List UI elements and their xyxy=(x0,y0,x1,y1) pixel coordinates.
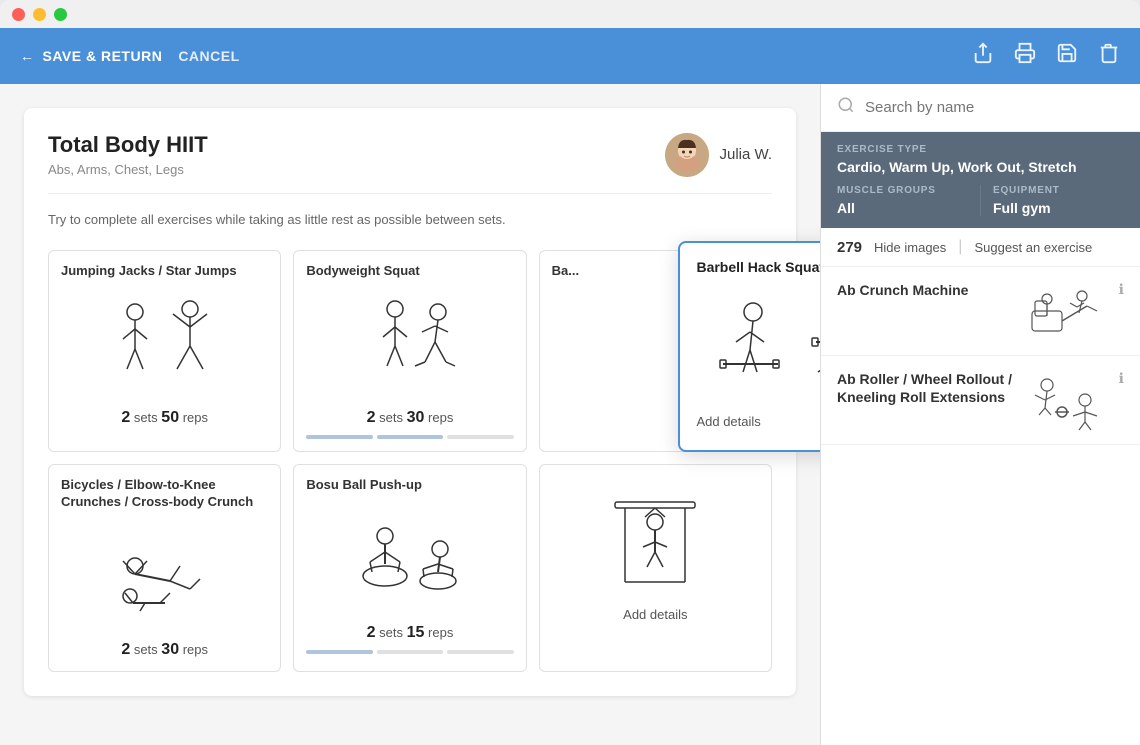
save-return-label: SAVE & RETURN xyxy=(43,48,163,64)
add-details-button-6[interactable]: Add details xyxy=(552,607,759,622)
delete-icon[interactable] xyxy=(1098,42,1120,70)
trainer-info: Julia W. xyxy=(665,133,772,177)
main-layout: Total Body HIIT Abs, Arms, Chest, Legs xyxy=(0,84,1140,745)
hover-card: Barbell Hack Squat xyxy=(678,241,820,452)
workout-title: Total Body HIIT xyxy=(48,132,208,158)
traffic-light-green[interactable] xyxy=(54,8,67,21)
arrow-left-icon: ← xyxy=(20,48,35,64)
exercise-sets-reps-2: 2 sets 30 reps xyxy=(306,409,513,427)
traffic-light-red[interactable] xyxy=(12,8,25,21)
suggest-exercise-button[interactable]: Suggest an exercise xyxy=(974,240,1092,255)
exercise-type-label: EXERCISE TYPE xyxy=(837,144,1124,155)
list-item-ab-roller[interactable]: Ab Roller / Wheel Rollout / Kneeling Rol… xyxy=(821,356,1140,445)
share-icon[interactable] xyxy=(972,42,994,70)
equipment-filter: EQUIPMENT Full gym xyxy=(981,185,1124,216)
filter-row: MUSCLE GROUPS All EQUIPMENT Full gym xyxy=(837,185,1124,216)
exercise-name-4: Bicycles / Elbow-to-Knee Crunches / Cros… xyxy=(61,477,268,511)
exercise-sets-reps-5: 2 sets 15 reps xyxy=(306,624,513,642)
exercise-illustration-2 xyxy=(306,289,513,399)
workout-header: Total Body HIIT Abs, Arms, Chest, Legs xyxy=(48,132,772,194)
trainer-name: Julia W. xyxy=(719,146,772,163)
info-icon-1[interactable]: ℹ xyxy=(1119,281,1124,298)
exercise-name-1: Jumping Jacks / Star Jumps xyxy=(61,263,268,280)
exercise-name-2: Bodyweight Squat xyxy=(306,263,513,280)
info-icon-2[interactable]: ℹ xyxy=(1119,370,1124,387)
hover-card-title: Barbell Hack Squat xyxy=(696,259,820,275)
exercise-panel: EXERCISE TYPE Cardio, Warm Up, Work Out,… xyxy=(820,84,1140,745)
exercise-type-filter: EXERCISE TYPE Cardio, Warm Up, Work Out,… xyxy=(837,144,1124,175)
exercise-card-5[interactable]: Bosu Ball Push-up xyxy=(293,464,526,672)
muscle-groups-filter: MUSCLE GROUPS All xyxy=(837,185,981,216)
exercise-illustration-6 xyxy=(552,487,759,597)
exercise-illustration-5 xyxy=(306,504,513,614)
exercise-progress-2 xyxy=(306,435,513,439)
exercise-sets-reps-1: 2 sets 50 reps xyxy=(61,409,268,427)
add-details-button[interactable]: Add details xyxy=(696,414,760,429)
exercise-progress-5 xyxy=(306,650,513,654)
muscle-groups-value: All xyxy=(837,200,968,216)
exercise-sets-reps-4: 2 sets 30 reps xyxy=(61,641,268,659)
list-item-ab-crunch[interactable]: Ab Crunch Machine xyxy=(821,267,1140,356)
workout-description: Try to complete all exercises while taki… xyxy=(48,210,772,230)
traffic-light-yellow[interactable] xyxy=(33,8,46,21)
save-icon[interactable] xyxy=(1056,42,1078,70)
search-input[interactable] xyxy=(865,99,1124,116)
exercise-thumb-2 xyxy=(1027,370,1107,430)
toolbar-left: ← SAVE & RETURN CANCEL xyxy=(20,48,972,64)
exercise-thumb-1 xyxy=(1027,281,1107,341)
hide-images-button[interactable]: Hide images xyxy=(874,240,946,255)
hover-card-image xyxy=(696,287,820,397)
toolbar-right xyxy=(972,42,1120,70)
exercise-illustration-1 xyxy=(61,289,268,399)
save-return-button[interactable]: ← SAVE & RETURN xyxy=(20,48,162,64)
equipment-label: EQUIPMENT xyxy=(993,185,1124,196)
workout-info: Total Body HIIT Abs, Arms, Chest, Legs xyxy=(48,132,208,177)
muscle-groups-label: MUSCLE GROUPS xyxy=(837,185,968,196)
equipment-value: Full gym xyxy=(993,200,1124,216)
exercise-count: 279 xyxy=(837,239,862,256)
trainer-avatar xyxy=(665,133,709,177)
exercise-list-name-2: Ab Roller / Wheel Rollout / Kneeling Rol… xyxy=(837,370,1015,406)
print-icon[interactable] xyxy=(1014,42,1036,70)
exercise-list: Ab Crunch Machine xyxy=(821,267,1140,745)
workout-editor: Total Body HIIT Abs, Arms, Chest, Legs xyxy=(0,84,820,745)
exercise-card-4[interactable]: Bicycles / Elbow-to-Knee Crunches / Cros… xyxy=(48,464,281,672)
workout-tags: Abs, Arms, Chest, Legs xyxy=(48,162,208,177)
toolbar: ← SAVE & RETURN CANCEL xyxy=(0,28,1140,84)
exercise-illustration-4 xyxy=(61,521,268,631)
search-box xyxy=(821,84,1140,132)
exercise-card-1[interactable]: Jumping Jacks / Star Jumps xyxy=(48,250,281,453)
workout-card: Total Body HIIT Abs, Arms, Chest, Legs xyxy=(24,108,796,696)
exercise-name-5: Bosu Ball Push-up xyxy=(306,477,513,494)
filter-section: EXERCISE TYPE Cardio, Warm Up, Work Out,… xyxy=(821,132,1140,228)
exercise-list-name-1: Ab Crunch Machine xyxy=(837,281,1015,299)
stats-row: 279 Hide images | Suggest an exercise xyxy=(821,228,1140,267)
exercise-card-3[interactable]: Ba... Barbell Hack Squat xyxy=(539,250,772,453)
exercise-list-info-2: Ab Roller / Wheel Rollout / Kneeling Rol… xyxy=(837,370,1015,414)
exercise-grid: Jumping Jacks / Star Jumps xyxy=(48,250,772,673)
cancel-button[interactable]: CANCEL xyxy=(178,48,239,64)
exercise-list-info-1: Ab Crunch Machine xyxy=(837,281,1015,307)
exercise-type-value: Cardio, Warm Up, Work Out, Stretch xyxy=(837,159,1124,175)
search-icon xyxy=(837,96,855,119)
exercise-card-2[interactable]: Bodyweight Squat xyxy=(293,250,526,453)
window-chrome xyxy=(0,0,1140,28)
hover-card-footer: Add details 🤚 xyxy=(696,409,820,434)
exercise-card-6[interactable]: Add details xyxy=(539,464,772,672)
